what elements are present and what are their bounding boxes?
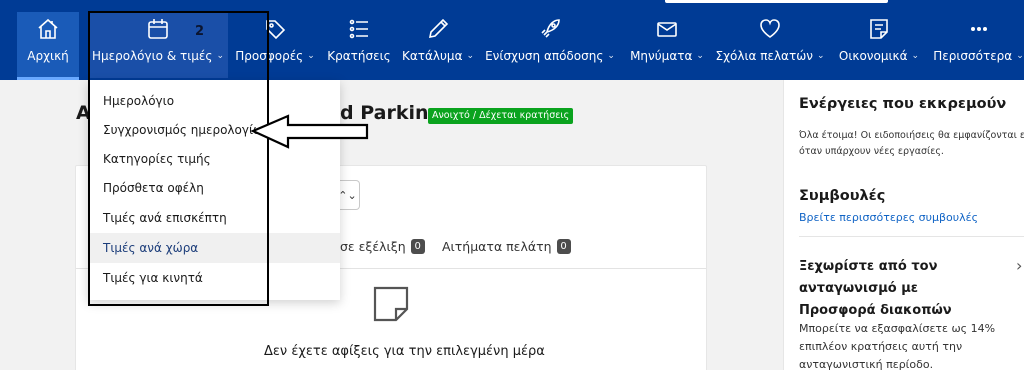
sticky-note-icon: [370, 283, 412, 325]
tag-icon: [262, 16, 288, 42]
nav-reservations[interactable]: Κρατήσεις: [326, 12, 392, 78]
heart-icon: [757, 16, 783, 42]
chevron-down-icon: ⌄: [911, 51, 920, 61]
tab-guest-requests-count: 0: [556, 239, 571, 254]
nav-calendar-prices[interactable]: Ημερολόγιο & τιμές ⌄: [88, 12, 228, 78]
calendar-icon: [145, 16, 171, 42]
nav-home-label: Αρχική: [27, 49, 69, 63]
sidebar-divider: [799, 236, 1024, 237]
search-box[interactable]: [665, 0, 888, 3]
page-title-end: d Parking: [340, 102, 443, 124]
list-icon: [346, 16, 372, 42]
nav-boost[interactable]: Ενίσχυση απόδοσης ⌄: [485, 12, 615, 78]
menu-item-prices-per-country[interactable]: Τιμές ανά χώρα: [88, 233, 340, 263]
chevron-down-icon: ⌄: [466, 51, 475, 61]
menu-item-rate-categories[interactable]: Κατηγορίες τιμής: [88, 144, 340, 174]
nav-offers-label: Προσφορές: [235, 49, 304, 63]
calendar-prices-dropdown: Ημερολόγιο Συγχρονισμός ημερολογίων Κατη…: [88, 80, 340, 300]
empty-state-text: Δεν έχετε αφίξεις για την επιλεγμένη μέρ…: [264, 344, 545, 359]
tab-in-progress-count: 0: [410, 239, 425, 254]
menu-item-prices-per-guest[interactable]: Τιμές ανά επισκέπτη: [88, 203, 340, 233]
chevron-down-icon: ⌄: [816, 51, 825, 61]
pending-actions-text: Όλα έτοιμα! Οι ειδοποιήσεις θα εμφανίζον…: [799, 130, 1024, 157]
nav-finance-label: Οικονομικά: [838, 49, 908, 63]
menu-item-extra-benefits[interactable]: Πρόσθετα οφέλη: [88, 173, 340, 203]
menu-item-mobile-prices[interactable]: Τιμές για κινητά: [88, 263, 340, 293]
tips-title: Συμβουλές: [799, 188, 886, 204]
chevron-down-icon: ⌄: [216, 51, 225, 61]
nav-more-label: Περισσότερα: [933, 49, 1013, 63]
tab-guest-requests-label: Αιτήματα πελάτη: [442, 239, 552, 254]
tab-guest-requests[interactable]: Αιτήματα πελάτη 0: [442, 239, 571, 254]
select-arrows-icon: ⌃⌄: [338, 188, 357, 202]
top-navigation: Αρχική Ημερολόγιο & τιμές ⌄ Προσφορές ⌄ Κρ…: [0, 0, 1024, 80]
annotation-number: 2: [195, 24, 205, 39]
document-icon: [866, 16, 892, 42]
promo-text: Μπορείτε να εξασφαλίσετε ως 14% επιπλέον…: [799, 322, 996, 370]
chevron-down-icon: ⌄: [1016, 51, 1024, 61]
tab-in-progress[interactable]: σε εξέλιξη 0: [340, 239, 425, 254]
nav-home[interactable]: Αρχική: [17, 12, 79, 80]
nav-more[interactable]: Περισσότερα ⌄: [933, 12, 1024, 78]
pencil-icon: [425, 16, 451, 42]
rocket-icon: [537, 16, 563, 42]
chevron-down-icon: ⌄: [607, 51, 615, 61]
promo-title: Ξεχωρίστε από τον ανταγωνισμό με Προσφορ…: [799, 259, 952, 318]
nav-reservations-label: Κρατήσεις: [327, 49, 391, 63]
nav-property[interactable]: Κατάλυμα ⌄: [400, 12, 476, 78]
menu-item-calendar-sync[interactable]: Συγχρονισμός ημερολογίων: [88, 115, 340, 145]
nav-reviews[interactable]: Σχόλια πελατών ⌄: [715, 12, 825, 78]
nav-reviews-label: Σχόλια πελατών: [715, 49, 813, 63]
chevron-right-icon[interactable]: ›: [1016, 256, 1022, 275]
chevron-down-icon: ⌄: [307, 51, 315, 61]
nav-messages-label: Μηνύματα: [630, 49, 693, 63]
home-icon: [35, 16, 61, 42]
status-badge: Ανοιχτό / Δέχεται κρατήσεις: [428, 108, 574, 124]
right-sidebar: Ενέργειες που εκκρεμούν Όλα έτοιμα! Οι ε…: [783, 80, 1024, 370]
nav-boost-label: Ενίσχυση απόδοσης: [485, 49, 604, 63]
nav-calendar-label: Ημερολόγιο & τιμές: [91, 49, 213, 63]
nav-messages[interactable]: Μηνύματα ⌄: [625, 12, 709, 78]
chevron-down-icon: ⌄: [696, 51, 704, 61]
more-tips-link[interactable]: Βρείτε περισσότερες συμβουλές: [799, 211, 978, 224]
more-dots-icon: [966, 16, 992, 42]
nav-finance[interactable]: Οικονομικά ⌄: [836, 12, 922, 78]
tab-in-progress-label: σε εξέλιξη: [340, 239, 406, 254]
nav-property-label: Κατάλυμα: [401, 49, 463, 63]
menu-item-calendar[interactable]: Ημερολόγιο: [88, 86, 340, 116]
nav-offers[interactable]: Προσφορές ⌄: [235, 12, 315, 78]
pending-actions-title: Ενέργειες που εκκρεμούν: [799, 96, 1007, 112]
envelope-icon: [654, 16, 680, 42]
